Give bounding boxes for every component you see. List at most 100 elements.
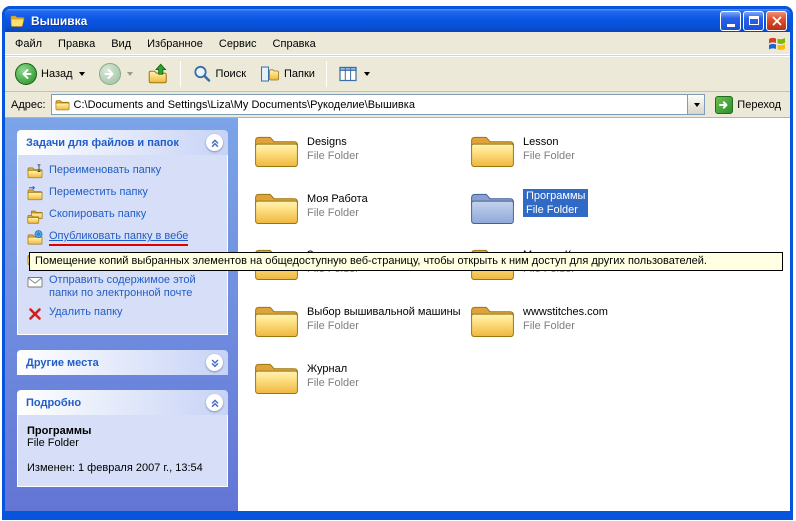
delete-x-icon bbox=[27, 306, 43, 322]
address-combobox[interactable]: C:\Documents and Settings\Liza\My Docume… bbox=[51, 94, 706, 115]
title-bar: Вышивка bbox=[5, 9, 790, 32]
menu-tools[interactable]: Сервис bbox=[211, 34, 265, 54]
other-places-header[interactable]: Другие места bbox=[17, 350, 228, 375]
other-places-panel: Другие места bbox=[17, 350, 228, 375]
folders-button[interactable]: Папки bbox=[254, 61, 321, 87]
menu-file[interactable]: Файл bbox=[7, 34, 50, 54]
task-rename-folder[interactable]: Переименовать папку bbox=[27, 164, 223, 180]
task-copy-folder[interactable]: Скопировать папку bbox=[27, 208, 223, 224]
minimize-button[interactable] bbox=[720, 11, 741, 31]
task-publish-folder[interactable]: Опубликовать папку в вебе bbox=[27, 230, 223, 246]
views-icon bbox=[338, 64, 358, 84]
go-button[interactable]: Переход bbox=[710, 96, 786, 114]
tasks-panel-body: Переименовать папку Переместить папку Ск… bbox=[17, 155, 228, 335]
folders-label: Папки bbox=[284, 68, 315, 80]
back-button[interactable]: Назад bbox=[9, 60, 91, 88]
task-label: Переместить папку bbox=[49, 186, 148, 199]
close-button[interactable] bbox=[766, 11, 787, 31]
folder-type: File Folder bbox=[523, 319, 608, 333]
folder-view: DesignsFile Folder LessonFile Folder Моя… bbox=[238, 118, 790, 511]
menu-edit[interactable]: Правка bbox=[50, 34, 103, 54]
folder-type: File Folder bbox=[307, 149, 359, 163]
folder-item-lesson[interactable]: LessonFile Folder bbox=[470, 132, 685, 168]
address-path[interactable]: C:\Documents and Settings\Liza\My Docume… bbox=[74, 99, 684, 111]
folder-icon-selected bbox=[470, 189, 515, 225]
folder-type: File Folder bbox=[523, 149, 575, 163]
details-header[interactable]: Подробно bbox=[17, 390, 228, 415]
task-email-folder[interactable]: Отправить содержимое этой папки по элект… bbox=[27, 274, 223, 300]
back-icon bbox=[15, 63, 37, 85]
details-folder-name: Программы bbox=[27, 425, 221, 437]
folder-item-moya-rabota[interactable]: Моя РаботаFile Folder bbox=[254, 189, 469, 225]
task-pane-sidebar: Задачи для файлов и папок Переименовать … bbox=[5, 118, 238, 511]
views-dropdown-caret-icon bbox=[364, 72, 370, 76]
collapse-chevron-icon[interactable] bbox=[206, 394, 223, 411]
details-body: Программы File Folder Изменен: 1 февраля… bbox=[17, 415, 228, 487]
folder-icon bbox=[470, 302, 515, 338]
address-bar: Адрес: C:\Documents and Settings\Liza\My… bbox=[5, 92, 790, 118]
folder-type: File Folder bbox=[307, 376, 359, 390]
other-places-title: Другие места bbox=[26, 357, 206, 369]
folder-name: Designs bbox=[307, 135, 359, 149]
details-title: Подробно bbox=[26, 397, 206, 409]
forward-button[interactable] bbox=[93, 60, 139, 88]
folder-item-wwwstitches[interactable]: wwwstitches.comFile Folder bbox=[470, 302, 685, 338]
expand-chevron-icon[interactable] bbox=[206, 354, 223, 371]
task-delete-folder[interactable]: Удалить папку bbox=[27, 306, 223, 322]
task-label: Отправить содержимое этой папки по элект… bbox=[49, 274, 223, 300]
folder-name: Журнал bbox=[307, 362, 359, 376]
task-label: Скопировать папку bbox=[49, 208, 146, 221]
file-folder-tasks-panel: Задачи для файлов и папок Переименовать … bbox=[17, 130, 228, 335]
go-label: Переход bbox=[737, 99, 781, 111]
folder-type: File Folder bbox=[307, 319, 461, 333]
collapse-chevron-icon[interactable] bbox=[206, 134, 223, 151]
folder-icon bbox=[254, 359, 299, 395]
views-button[interactable] bbox=[332, 61, 376, 87]
publish-web-icon bbox=[27, 230, 43, 246]
window-body: Задачи для файлов и папок Переименовать … bbox=[5, 118, 790, 511]
folder-icon bbox=[470, 132, 515, 168]
go-arrow-icon bbox=[715, 96, 733, 114]
folder-icon bbox=[254, 132, 299, 168]
task-label: Переименовать папку bbox=[49, 164, 161, 177]
address-folder-icon bbox=[55, 97, 70, 112]
window-title: Вышивка bbox=[31, 14, 715, 28]
rename-folder-icon bbox=[27, 164, 43, 180]
folder-item-designs[interactable]: DesignsFile Folder bbox=[254, 132, 469, 168]
windows-logo-icon bbox=[767, 34, 787, 54]
back-dropdown-caret-icon bbox=[79, 72, 85, 76]
tooltip: Помещение копий выбранных элементов на о… bbox=[29, 252, 783, 271]
address-dropdown-button[interactable] bbox=[687, 95, 704, 114]
folder-icon bbox=[254, 302, 299, 338]
task-move-folder[interactable]: Переместить папку bbox=[27, 186, 223, 202]
folder-type: File Folder bbox=[526, 203, 585, 217]
search-label: Поиск bbox=[216, 68, 246, 80]
tasks-panel-title: Задачи для файлов и папок bbox=[26, 137, 206, 149]
address-dropdown-caret-icon bbox=[694, 103, 700, 107]
task-label-publish: Опубликовать папку в вебе bbox=[49, 230, 188, 246]
window-folder-icon bbox=[10, 13, 26, 29]
search-button[interactable]: Поиск bbox=[186, 61, 252, 87]
folder-type: File Folder bbox=[307, 206, 368, 220]
menu-help[interactable]: Справка bbox=[265, 34, 324, 54]
folder-icon bbox=[254, 189, 299, 225]
menu-view[interactable]: Вид bbox=[103, 34, 139, 54]
task-label: Удалить папку bbox=[49, 306, 123, 319]
maximize-button[interactable] bbox=[743, 11, 764, 31]
up-button[interactable] bbox=[141, 60, 175, 88]
move-folder-icon bbox=[27, 186, 43, 202]
email-icon bbox=[27, 274, 43, 290]
folder-item-zhurnal[interactable]: ЖурналFile Folder bbox=[254, 359, 469, 395]
forward-icon bbox=[99, 63, 121, 85]
folder-item-vybor-mashiny[interactable]: Выбор вышивальной машиныFile Folder bbox=[254, 302, 469, 338]
up-folder-icon bbox=[147, 63, 169, 85]
toolbar-separator bbox=[326, 61, 327, 87]
menu-bar: Файл Правка Вид Избранное Сервис Справка bbox=[5, 32, 790, 56]
minimize-icon bbox=[727, 24, 735, 27]
folder-name: Выбор вышивальной машины bbox=[307, 305, 461, 319]
folder-item-programmy-selected[interactable]: ПрограммыFile Folder bbox=[470, 189, 685, 225]
toolbar-separator bbox=[180, 61, 181, 87]
menu-favorites[interactable]: Избранное bbox=[139, 34, 211, 54]
standard-buttons-toolbar: Назад Поиск Папки bbox=[5, 56, 790, 92]
tasks-panel-header[interactable]: Задачи для файлов и папок bbox=[17, 130, 228, 155]
